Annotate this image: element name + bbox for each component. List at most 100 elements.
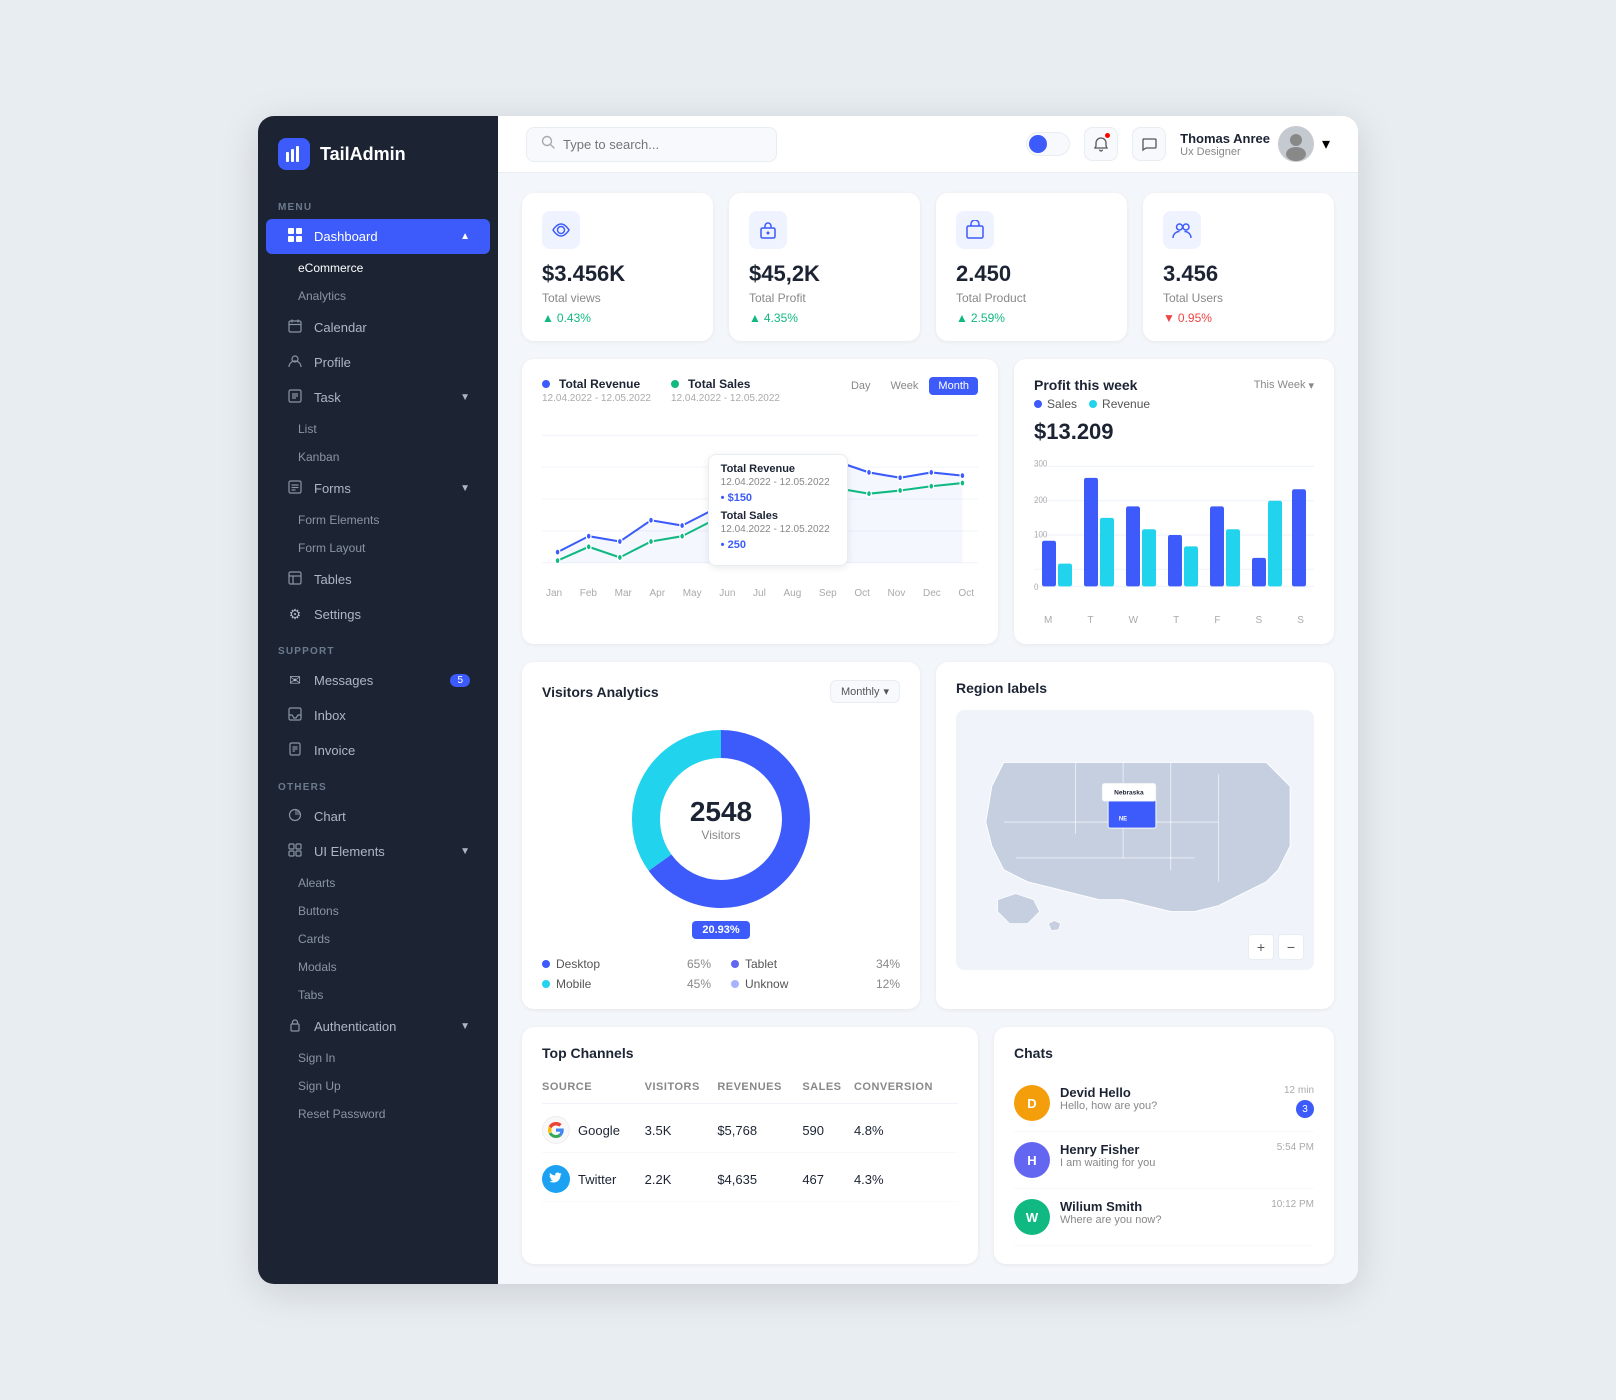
henry-time: 5:54 PM — [1277, 1142, 1314, 1153]
map-zoom-in-button[interactable]: + — [1248, 934, 1274, 960]
user-name: Thomas Anree — [1180, 131, 1270, 146]
charts-row: Total Revenue 12.04.2022 - 12.05.2022 To… — [522, 359, 1334, 644]
sidebar-item-calendar[interactable]: Calendar — [266, 310, 490, 345]
henry-meta: 5:54 PM — [1277, 1142, 1314, 1153]
sales-legend-dot — [1034, 400, 1042, 408]
others-section-label: OTHERS — [258, 768, 498, 799]
chart-tab-day[interactable]: Day — [842, 377, 880, 395]
this-week-button[interactable]: This Week ▾ — [1254, 379, 1314, 392]
chat-item-wilium[interactable]: W Wilium Smith Where are you now? 10:12 … — [1014, 1189, 1314, 1246]
views-icon — [542, 211, 580, 249]
views-change: ▲ 0.43% — [542, 311, 693, 325]
cell-visitors-twitter: 2.2K — [645, 1153, 718, 1202]
sidebar-item-reset-password[interactable]: Reset Password — [290, 1100, 498, 1128]
tooltip-title2: Total Sales — [721, 510, 835, 522]
product-change: ▲ 2.59% — [956, 311, 1107, 325]
content: $3.456K Total views ▲ 0.43% $45,2K Total… — [498, 173, 1358, 1284]
inbox-label: Inbox — [314, 708, 470, 723]
sidebar-item-ecommerce[interactable]: eCommerce — [290, 254, 498, 282]
chart-tab-week[interactable]: Week — [882, 377, 928, 395]
svg-text:300: 300 — [1034, 458, 1048, 469]
legend-desktop: Desktop 65% — [542, 957, 711, 971]
profit-label: Total Profit — [749, 291, 900, 305]
sidebar-item-cards[interactable]: Cards — [290, 925, 498, 953]
sidebar-item-messages[interactable]: ✉ Messages 5 — [266, 663, 490, 698]
svg-text:200: 200 — [1034, 494, 1048, 505]
monthly-label: Monthly — [841, 686, 880, 698]
product-change-arrow: ▲ — [956, 311, 968, 325]
tooltip-title1: Total Revenue — [721, 463, 835, 475]
logo-text: TailAdmin — [320, 144, 406, 165]
sidebar-item-kanban[interactable]: Kanban — [290, 443, 498, 471]
unknown-dot — [731, 980, 739, 988]
sidebar-item-inbox[interactable]: Inbox — [266, 698, 490, 733]
sidebar-item-sign-up[interactable]: Sign Up — [290, 1072, 498, 1100]
sidebar-item-chart[interactable]: Chart — [266, 799, 490, 834]
menu-section-label: MENU — [258, 188, 498, 219]
sales-date: 12.04.2022 - 12.05.2022 — [671, 393, 780, 404]
sales-legend-label: Total Sales — [688, 377, 750, 391]
mobile-label: Mobile — [556, 977, 591, 991]
search-icon — [541, 135, 555, 154]
messages-label: Messages — [314, 673, 440, 688]
forms-icon — [286, 480, 304, 497]
sidebar-item-form-layout[interactable]: Form Layout — [290, 534, 498, 562]
devid-info: Devid Hello Hello, how are you? — [1060, 1085, 1274, 1112]
dashboard-sub: eCommerce Analytics — [290, 254, 498, 310]
sidebar-item-alerts[interactable]: Alearts — [290, 869, 498, 897]
sidebar-item-task[interactable]: Task ▼ — [266, 380, 490, 415]
sidebar-item-profile[interactable]: Profile — [266, 345, 490, 380]
revenue-legend-label: Total Revenue — [559, 377, 640, 391]
sidebar-item-list[interactable]: List — [290, 415, 498, 443]
chat-icon[interactable] — [1132, 127, 1166, 161]
sidebar-item-analytics[interactable]: Analytics — [290, 282, 498, 310]
forms-sub: Form Elements Form Layout — [290, 506, 498, 562]
sidebar-item-dashboard[interactable]: Dashboard ▲ — [266, 219, 490, 254]
twitter-name: Twitter — [578, 1172, 616, 1187]
profit-change-val: 4.35% — [764, 311, 798, 325]
sidebar-item-invoice[interactable]: Invoice — [266, 733, 490, 768]
sidebar-item-tables[interactable]: Tables — [266, 562, 490, 597]
profit-change-arrow: ▲ — [749, 311, 761, 325]
settings-label: Settings — [314, 607, 470, 622]
profit-chart-card: Profit this week This Week ▾ Sales — [1014, 359, 1334, 644]
task-label: Task — [314, 390, 450, 405]
chart-tab-month[interactable]: Month — [929, 377, 978, 395]
monthly-filter-button[interactable]: Monthly ▾ — [830, 680, 900, 703]
chart-legends: Total Revenue 12.04.2022 - 12.05.2022 To… — [542, 377, 780, 404]
sidebar-item-form-elements[interactable]: Form Elements — [290, 506, 498, 534]
legend-unknown: Unknow 12% — [731, 977, 900, 991]
map-zoom-out-button[interactable]: − — [1278, 934, 1304, 960]
sidebar-item-forms[interactable]: Forms ▼ — [266, 471, 490, 506]
bar-chart-area: 300 200 100 0 — [1034, 455, 1314, 615]
product-change-val: 2.59% — [971, 311, 1005, 325]
sidebar-item-sign-in[interactable]: Sign In — [290, 1044, 498, 1072]
messages-icon: ✉ — [286, 672, 304, 689]
wilium-avatar: W — [1014, 1199, 1050, 1235]
visitors-card: Visitors Analytics Monthly ▾ — [522, 662, 920, 1009]
sidebar-item-authentication[interactable]: Authentication ▼ — [266, 1009, 490, 1044]
search-bar[interactable] — [526, 127, 777, 162]
messages-badge: 5 — [450, 674, 470, 687]
sidebar-item-buttons[interactable]: Buttons — [290, 897, 498, 925]
sidebar-item-settings[interactable]: ⚙ Settings — [266, 597, 490, 632]
sidebar-item-tabs[interactable]: Tabs — [290, 981, 498, 1009]
channels-card: Top Channels SOURCE VISITORS REVENUES SA… — [522, 1027, 978, 1264]
map-controls: + − — [1248, 934, 1304, 960]
notifications-icon[interactable] — [1084, 127, 1118, 161]
chat-item-devid[interactable]: D Devid Hello Hello, how are you? 12 min… — [1014, 1075, 1314, 1132]
revenue-date: 12.04.2022 - 12.05.2022 — [542, 393, 651, 404]
cell-conversion-google: 4.8% — [854, 1104, 958, 1153]
user-dropdown-icon: ▾ — [1322, 134, 1330, 154]
user-info[interactable]: Thomas Anree Ux Designer ▾ — [1180, 126, 1330, 162]
sidebar-item-modals[interactable]: Modals — [290, 953, 498, 981]
chat-item-henry[interactable]: H Henry Fisher I am waiting for you 5:54… — [1014, 1132, 1314, 1189]
search-input[interactable] — [563, 137, 762, 152]
notification-dot — [1104, 132, 1111, 139]
theme-toggle[interactable] — [1026, 132, 1070, 156]
sidebar-item-ui-elements[interactable]: UI Elements ▼ — [266, 834, 490, 869]
wilium-info: Wilium Smith Where are you now? — [1060, 1199, 1261, 1226]
devid-meta: 12 min 3 — [1284, 1085, 1314, 1118]
user-avatar — [1278, 126, 1314, 162]
cell-source-twitter: Twitter — [542, 1153, 645, 1202]
